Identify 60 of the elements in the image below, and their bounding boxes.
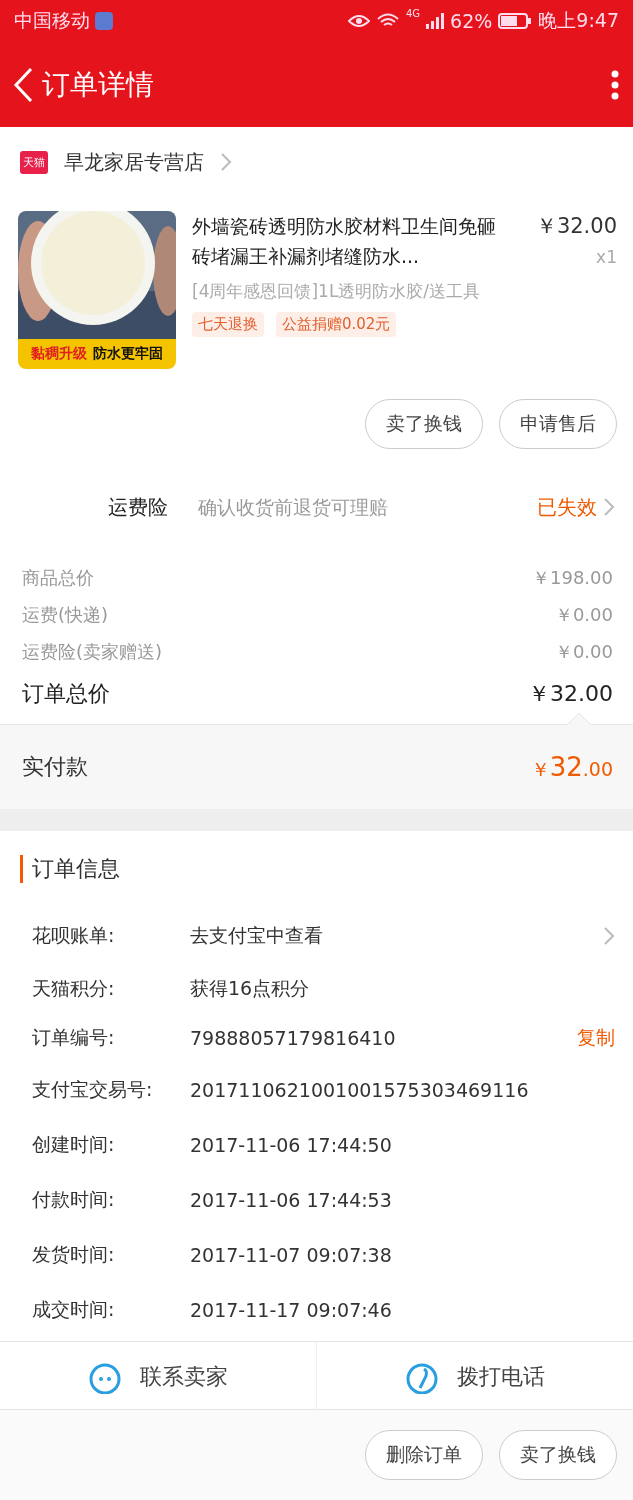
- chevron-icon: [603, 925, 615, 946]
- info-label: 成交时间:: [32, 1296, 116, 1322]
- back-icon[interactable]: [12, 66, 34, 103]
- product-title[interactable]: 外墙瓷砖透明防水胶材料卫生间免砸砖堵漏王补漏剂堵缝防水...: [192, 211, 514, 271]
- paid-label: 实付款: [22, 753, 88, 781]
- info-value[interactable]: 去支付宝中查看: [190, 922, 603, 949]
- paid-amount: ￥32.00: [530, 751, 613, 783]
- action-button[interactable]: 申请售后: [499, 399, 617, 449]
- action-button[interactable]: 删除订单: [365, 1430, 483, 1480]
- more-menu-icon[interactable]: [611, 69, 619, 100]
- battery-percent: 62%: [450, 10, 493, 32]
- info-value: 2017-11-17 09:07:46: [190, 1298, 393, 1321]
- network-type: 4G: [405, 8, 421, 19]
- info-label: 创建时间:: [32, 1131, 116, 1157]
- price-value: ￥32.00: [528, 680, 613, 708]
- call-button[interactable]: 拨打电话: [457, 1362, 545, 1392]
- page-title: 订单详情: [42, 66, 154, 103]
- image-caption: 黏稠升级: [31, 345, 87, 363]
- signal-icon: [426, 13, 445, 29]
- price-value: ￥0.00: [554, 602, 613, 627]
- chevron-icon: [220, 152, 232, 172]
- chevron-icon: [603, 497, 615, 517]
- info-label: 天猫积分:: [32, 975, 116, 1001]
- clock: 晚上9:47: [538, 8, 619, 33]
- battery-icon: [498, 13, 533, 29]
- info-label: 支付宝交易号:: [32, 1076, 154, 1102]
- action-button[interactable]: 卖了换钱: [499, 1430, 617, 1480]
- info-value: 2017-11-07 09:07:38: [190, 1243, 393, 1266]
- info-label: 订单编号:: [32, 1024, 116, 1050]
- product-sku: [4周年感恩回馈]1L透明防水胶/送工具: [192, 280, 482, 303]
- price-label: 商品总价: [22, 565, 94, 590]
- info-label: 花呗账单:: [32, 922, 116, 948]
- wifi-icon: [375, 13, 400, 29]
- eye-icon: [347, 14, 370, 28]
- product-tag: 公益捐赠0.02元: [276, 312, 397, 337]
- contact-seller-button[interactable]: 联系卖家: [140, 1362, 228, 1392]
- store-name[interactable]: 旱龙家居专营店: [64, 148, 204, 176]
- price-value: ￥0.00: [554, 639, 613, 664]
- image-caption: 防水更牢固: [93, 345, 163, 363]
- info-label: 发货时间:: [32, 1241, 116, 1267]
- price-label: 运费险(卖家赠送): [22, 639, 163, 664]
- price-value: ￥198.00: [532, 565, 613, 590]
- insurance-description: 确认收货前退货可理赔: [198, 495, 389, 520]
- carrier-name: 中国移动: [14, 8, 90, 33]
- price-label: 运费(快递): [22, 602, 109, 627]
- info-value: 79888057179816410: [190, 1026, 397, 1049]
- insurance-label: 运费险: [108, 493, 169, 521]
- section-title: 订单信息: [20, 855, 615, 883]
- store-badge: 天猫: [20, 150, 48, 174]
- app-notification-icon: [94, 11, 114, 31]
- product-price: ￥32.00: [534, 213, 617, 240]
- product-quantity: x1: [595, 247, 617, 267]
- price-label: 订单总价: [22, 680, 110, 708]
- action-button[interactable]: 卖了换钱: [365, 399, 483, 449]
- product-tag: 七天退换: [192, 312, 264, 337]
- info-value: 2017110621001001575303469116: [190, 1078, 530, 1101]
- info-value: 2017-11-06 17:44:50: [190, 1133, 393, 1156]
- info-label: 付款时间:: [32, 1186, 116, 1212]
- info-value: 2017-11-06 17:44:53: [190, 1188, 393, 1211]
- info-value: 获得16点积分: [190, 975, 311, 1001]
